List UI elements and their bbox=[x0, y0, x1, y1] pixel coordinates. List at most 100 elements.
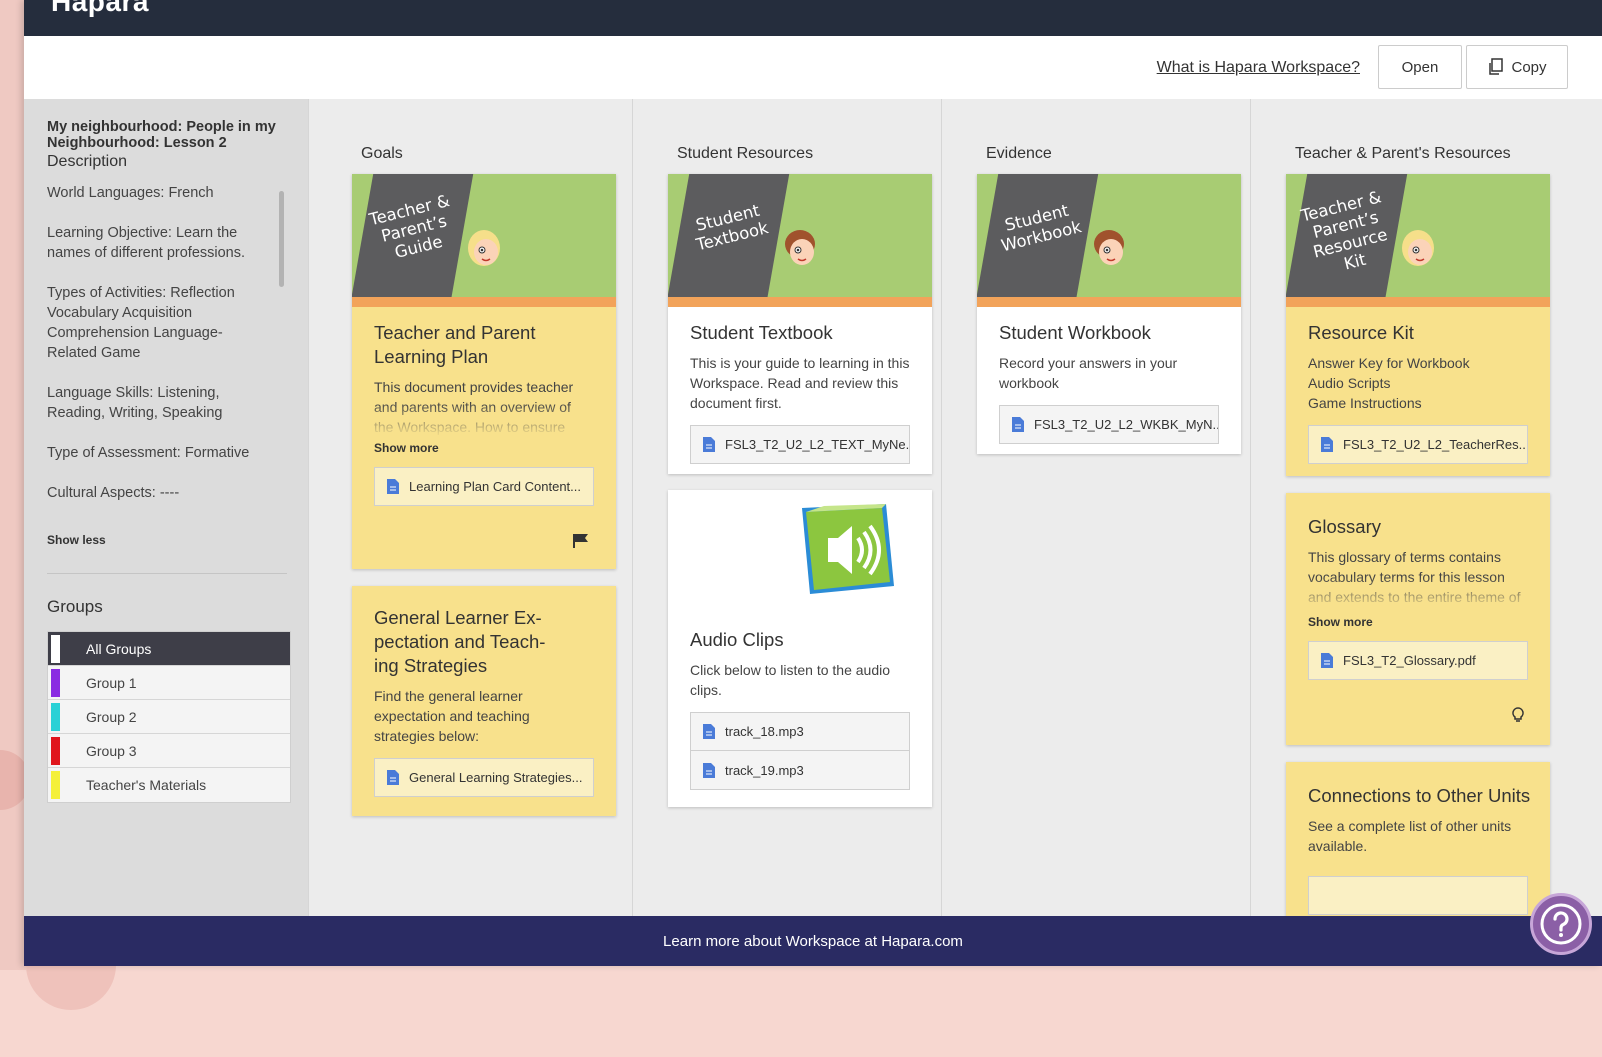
card-image-stripe bbox=[1286, 297, 1550, 307]
speaker-icon bbox=[802, 504, 894, 594]
file-attachment[interactable]: General Learning Strategies... bbox=[374, 758, 594, 797]
document-icon bbox=[1321, 653, 1333, 668]
workspace-title: My neighbourhood: People in my Neighbour… bbox=[47, 119, 276, 151]
description-line: Learning Objective: Learn the names of d… bbox=[47, 225, 246, 261]
lightbulb-icon[interactable] bbox=[1512, 707, 1524, 723]
background-strip bbox=[0, 0, 26, 970]
card-text: This glossary of terms contains vocabula… bbox=[1308, 547, 1528, 611]
description-line: Type of Assessment: Formative bbox=[47, 445, 250, 461]
flag-icon[interactable] bbox=[572, 533, 590, 549]
column-goals: Goals Teacher & Parent’s Guide Teacher a… bbox=[308, 99, 632, 916]
card-student-textbook[interactable]: Student Textbook Student Textbook This i… bbox=[668, 174, 932, 474]
card-text: Record your answers in your workbook bbox=[999, 355, 1178, 391]
top-bar: Hapara bbox=[24, 0, 1602, 36]
file-name: track_18.mp3 bbox=[725, 724, 804, 739]
document-icon bbox=[703, 437, 715, 452]
card-text-line: Game Instructions bbox=[1308, 395, 1422, 411]
file-attachment[interactable]: track_18.mp3 bbox=[690, 712, 910, 751]
show-more-link[interactable]: Show more bbox=[374, 441, 594, 455]
description-scrollbar[interactable] bbox=[279, 191, 284, 287]
card-student-workbook[interactable]: Student Workbook Student Workbook Record… bbox=[977, 174, 1241, 454]
file-attachment[interactable]: FSL3_T2_U2_L2_WKBK_MyN... bbox=[999, 405, 1219, 444]
group-label: Group 3 bbox=[86, 742, 137, 759]
card-learner-expectation[interactable]: General Learner Ex-pectation and Teach-i… bbox=[352, 586, 616, 816]
column-evidence: Evidence Student Workbook Student Workbo… bbox=[941, 99, 1250, 916]
description-text: World Languages: French Learning Objecti… bbox=[47, 183, 277, 523]
column-heading: Student Resources bbox=[677, 145, 814, 162]
card-text: Find the general learner expectation and… bbox=[374, 688, 530, 744]
show-more-link[interactable]: Show more bbox=[1308, 615, 1528, 629]
card-image-stripe bbox=[352, 297, 616, 307]
card-title: Student Textbook bbox=[690, 322, 833, 343]
column-teacher-parent-resources: Teacher & Parent's Resources Teacher & P… bbox=[1250, 99, 1602, 922]
card-title: Audio Clips bbox=[690, 629, 784, 650]
help-button[interactable] bbox=[1530, 893, 1592, 955]
document-icon bbox=[703, 762, 715, 778]
file-attachment[interactable]: FSL3_T2_U2_L2_TeacherRes... bbox=[1308, 425, 1528, 464]
girl-illustration-icon bbox=[468, 230, 500, 266]
file-name: FSL3_T2_U2_L2_TEXT_MyNe... bbox=[725, 437, 910, 452]
description-line: Types of Activities: Reflection Vocabula… bbox=[47, 285, 235, 361]
card-text: See a complete list of other units avail… bbox=[1308, 818, 1512, 854]
group-label: Teacher's Materials bbox=[86, 777, 207, 793]
group-1[interactable]: Group 1 bbox=[48, 666, 290, 700]
group-2[interactable]: Group 2 bbox=[48, 700, 290, 734]
file-attachment[interactable]: track_19.mp3 bbox=[690, 751, 910, 790]
card-image-stripe bbox=[977, 297, 1241, 307]
card-image-stripe bbox=[668, 297, 932, 307]
card-text: This is your guide to learning in this W… bbox=[690, 355, 910, 411]
card-image: Teacher & Parent’s Guide bbox=[352, 174, 616, 307]
group-3[interactable]: Group 3 bbox=[48, 734, 290, 768]
card-title: Teacher and Parent Learning Plan bbox=[374, 322, 536, 367]
card-title: Resource Kit bbox=[1308, 322, 1414, 343]
description-line: Cultural Aspects: ---- bbox=[47, 485, 180, 501]
card-text: Click below to listen to the audio clips… bbox=[690, 662, 890, 698]
file-attachment[interactable]: FSL3_T2_Glossary.pdf bbox=[1308, 641, 1528, 680]
card-connections[interactable]: Connections to Other Units See a complet… bbox=[1286, 762, 1550, 922]
footer-text: Learn more about Workspace at Hapara.com bbox=[663, 932, 963, 950]
document-icon bbox=[1012, 417, 1024, 432]
file-name: General Learning Strategies... bbox=[409, 770, 583, 785]
card-audio-clips[interactable]: Audio Clips Click below to listen to the… bbox=[668, 490, 932, 807]
card-image bbox=[668, 490, 932, 620]
file-attachment[interactable]: Learning Plan Card Content... bbox=[374, 467, 594, 506]
column-student-resources: Student Resources Student Textbook Stude… bbox=[632, 99, 941, 916]
card-learning-plan[interactable]: Teacher & Parent’s Guide Teacher and Par… bbox=[352, 174, 616, 569]
document-icon bbox=[703, 724, 715, 739]
file-name: Learning Plan Card Content... bbox=[409, 479, 581, 494]
card-glossary[interactable]: Glossary This glossary of terms contains… bbox=[1286, 493, 1550, 745]
file-attachment[interactable]: FSL3_T2_U2_L2_TEXT_MyNe... bbox=[690, 425, 910, 464]
workspace-window: Hapara What is Hapara Workspace? Open Co… bbox=[24, 0, 1602, 966]
copy-icon bbox=[1489, 58, 1504, 75]
group-color-swatch bbox=[51, 635, 60, 663]
description-line: Language Skills: Listening, Reading, Wri… bbox=[47, 385, 223, 421]
file-name: FSL3_T2_U2_L2_TeacherRes... bbox=[1343, 437, 1528, 452]
copy-button[interactable]: Copy bbox=[1466, 45, 1568, 89]
show-less-link[interactable]: Show less bbox=[47, 533, 106, 547]
boy-illustration-icon bbox=[785, 230, 815, 265]
footer-banner[interactable]: Learn more about Workspace at Hapara.com bbox=[24, 916, 1602, 966]
group-color-swatch bbox=[51, 771, 60, 799]
group-all-groups[interactable]: All Groups bbox=[48, 632, 290, 666]
column-heading: Goals bbox=[361, 145, 403, 162]
file-name: track_19.mp3 bbox=[725, 762, 804, 778]
hapara-logo[interactable]: Hapara bbox=[51, 0, 149, 18]
description-line: World Languages: French bbox=[47, 185, 214, 201]
card-text-line: Audio Scripts bbox=[1308, 375, 1391, 391]
group-label: Group 2 bbox=[86, 708, 137, 725]
column-heading: Evidence bbox=[986, 145, 1052, 162]
file-list: track_18.mp3 track_19.mp3 bbox=[690, 712, 910, 790]
open-button-label: Open bbox=[1401, 58, 1439, 76]
workspace-main: My neighbourhood: People in my Neighbour… bbox=[24, 99, 1602, 922]
card-title: Student Workbook bbox=[999, 322, 1151, 343]
card-text: This document provides teacher and paren… bbox=[374, 377, 594, 437]
group-teachers-materials[interactable]: Teacher's Materials bbox=[48, 768, 290, 802]
card-text-line: Answer Key for Workbook bbox=[1308, 355, 1470, 371]
card-resource-kit[interactable]: Teacher & Parent’s Resource Kit Resource… bbox=[1286, 174, 1550, 476]
card-image: Student Textbook bbox=[668, 174, 932, 307]
file-attachment[interactable] bbox=[1308, 876, 1528, 915]
column-heading: Teacher & Parent's Resources bbox=[1295, 145, 1511, 162]
what-is-workspace-link[interactable]: What is Hapara Workspace? bbox=[1157, 59, 1360, 77]
open-button[interactable]: Open bbox=[1378, 45, 1462, 89]
boy-illustration-icon bbox=[1094, 230, 1124, 265]
